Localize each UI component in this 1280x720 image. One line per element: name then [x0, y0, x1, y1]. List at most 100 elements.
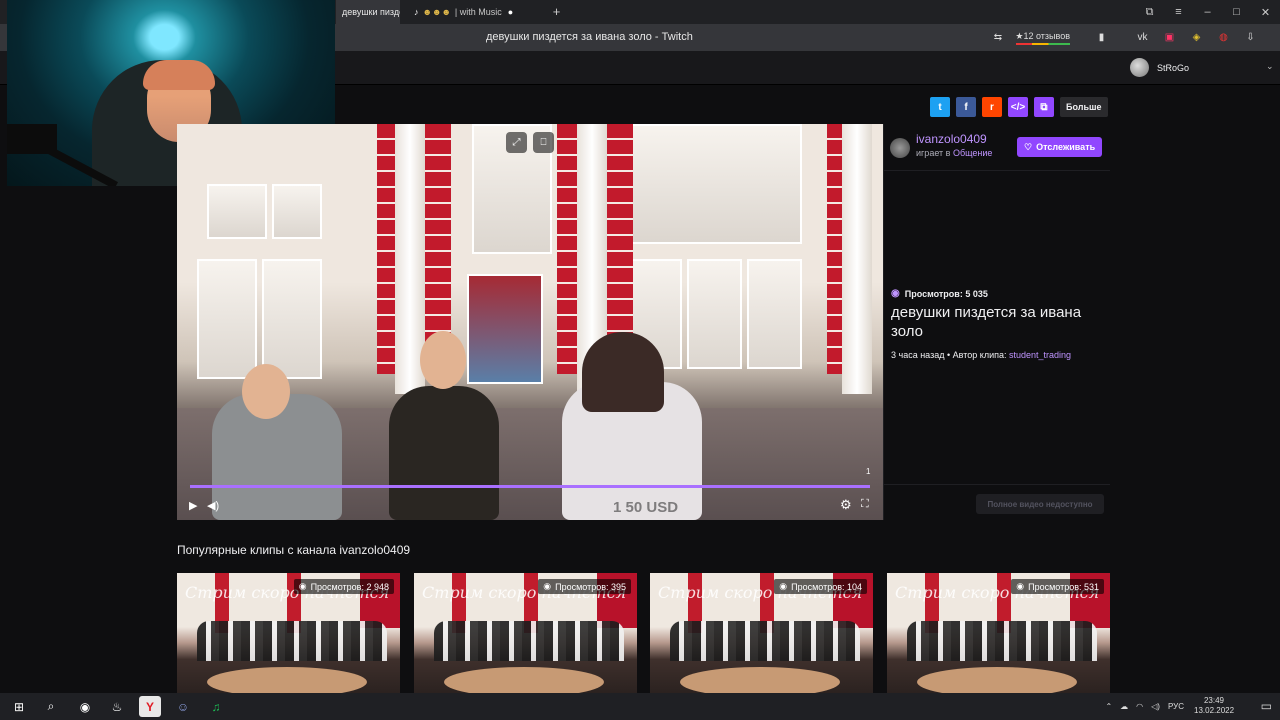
clip-card[interactable]: Стрим скоро начнется ◉ Просмотров: 104	[650, 573, 873, 693]
clock-date: 13.02.2022	[1194, 706, 1235, 715]
discord-icon[interactable]: ☺	[172, 696, 194, 717]
user-menu[interactable]: StRoGo ⌄	[1130, 58, 1274, 77]
reviews-widget[interactable]: ★12 отзывов	[1015, 31, 1070, 45]
embed-icon[interactable]: </>	[1008, 97, 1028, 117]
column	[842, 124, 872, 394]
system-tray: ⌃ ☁ ◠ ◁) РУС	[1105, 693, 1184, 720]
wifi-icon[interactable]: ◠	[1136, 702, 1143, 711]
obs-icon[interactable]: ◉	[74, 696, 96, 717]
channel-avatar[interactable]	[890, 138, 910, 158]
chevron-down-icon: ⌄	[1266, 61, 1274, 71]
settings-gear-icon[interactable]: ⚙	[840, 497, 852, 513]
tab-manager-icon[interactable]: ⧉	[1135, 0, 1164, 24]
close-window-button[interactable]: ✕	[1251, 0, 1280, 24]
window-controls: ⧉ ≡ – □ ✕	[1135, 0, 1280, 24]
network-icon[interactable]: ☁	[1120, 702, 1128, 711]
browser-tab-music[interactable]: ♪ ☻☻☻ | with Music ●	[408, 0, 542, 24]
spotify-icon[interactable]: ♫	[205, 696, 227, 717]
views-count: Просмотров: 5 035	[904, 288, 988, 299]
eye-icon: ◉	[779, 581, 788, 591]
clip-card[interactable]: Стрим скоро начнется ◉ Просмотров: 395	[414, 573, 637, 693]
clip-title: девушки пиздется за ивана золо	[891, 304, 1082, 340]
clip-meta: 3 часа назад • Автор клипа: student_trad…	[891, 350, 1071, 360]
eye-icon: ◉	[298, 581, 307, 591]
person-right-hair	[582, 332, 664, 412]
maximize-button[interactable]: □	[1222, 0, 1251, 24]
person-center-head	[420, 331, 466, 389]
page-title[interactable]: девушки пиздется за ивана золо - Twitch	[486, 24, 693, 51]
play-icon[interactable]: ▶	[189, 499, 197, 512]
facebook-icon[interactable]: f	[956, 97, 976, 117]
background-window	[207, 184, 267, 239]
clip-crop-icon[interactable]: ⤢	[506, 132, 527, 153]
clip-views-count: Просмотров: 2 948	[310, 581, 389, 592]
clip-card[interactable]: Стрим скоро начнется ◉ Просмотров: 2 948	[177, 573, 400, 693]
clip-card[interactable]: Стрим скоро начнется ◉ Просмотров: 531	[887, 573, 1110, 693]
screen: девушки пиздется за и × ♪ ☻☻☻ | with Mus…	[0, 0, 1280, 720]
microphone	[7, 124, 57, 154]
rug	[444, 667, 604, 693]
background-doorway	[467, 274, 543, 384]
video-player[interactable]: ⤢ ⎕ 1 50 USD 1 ▶ ◀) ⚙ ⛶	[177, 124, 883, 520]
sound-icon[interactable]: ◁)	[1151, 702, 1160, 711]
background-window	[262, 259, 322, 379]
yandex-browser-icon[interactable]: Y	[139, 696, 161, 717]
rug	[207, 667, 367, 693]
menu-icon[interactable]: ≡	[1164, 0, 1193, 24]
tiktok-icon: ♪	[414, 7, 419, 17]
system-clock[interactable]: 23:49 13.02.2022	[1194, 696, 1234, 716]
emoji-icons: ☻☻☻	[422, 7, 451, 17]
clip-author-prefix: Автор клипа:	[952, 350, 1007, 360]
channel-name[interactable]: ivanzolo0409	[916, 132, 992, 146]
background-window	[747, 259, 802, 369]
bookmark-icon[interactable]: ▮	[1092, 28, 1111, 47]
share-buttons: t f r </> ⧉ Больше	[930, 97, 1108, 117]
channel-playing: играет в Общение	[916, 148, 992, 158]
minimize-button[interactable]: –	[1193, 0, 1222, 24]
browser-tab-twitch[interactable]: девушки пиздется за и ×	[336, 0, 400, 24]
person-left-head	[242, 364, 290, 419]
steam-icon[interactable]: ♨	[106, 696, 128, 717]
clip-author-link[interactable]: student_trading	[1009, 350, 1071, 360]
eye-icon: ◉	[1016, 581, 1025, 591]
eye-icon: ◉	[891, 288, 900, 299]
fullscreen-icon[interactable]: ⛶	[861, 498, 869, 511]
clip-views-count: Просмотров: 104	[791, 581, 862, 592]
extension-icon[interactable]: ◈	[1187, 28, 1206, 47]
reddit-icon[interactable]: r	[982, 97, 1002, 117]
tab-audio-dot-icon: ●	[507, 7, 514, 17]
windows-start-icon[interactable]: ⊞	[8, 696, 30, 717]
more-button[interactable]: Больше	[1060, 97, 1108, 117]
clip-views-count: Просмотров: 531	[1028, 581, 1099, 592]
progress-fill	[190, 485, 870, 488]
notifications-icon[interactable]: ▭	[1261, 699, 1272, 713]
clip-views-badge: ◉ Просмотров: 531	[1011, 579, 1104, 594]
download-icon[interactable]: ⇩	[1241, 28, 1260, 47]
adblock-icon[interactable]: ◍	[1214, 28, 1233, 47]
new-tab-button[interactable]: +	[548, 3, 565, 20]
follow-button[interactable]: ♡ Отслеживать	[1017, 137, 1103, 157]
clip-info-panel: ivanzolo0409 играет в Общение ♡ Отслежив…	[883, 124, 1110, 520]
bookmark-clip-icon[interactable]: ⎕	[533, 132, 554, 153]
divider	[884, 484, 1110, 485]
separator: •	[946, 350, 951, 360]
tray-chevron-icon[interactable]: ⌃	[1105, 702, 1112, 711]
volume-icon[interactable]: ◀)	[207, 499, 219, 512]
copy-icon[interactable]: ⧉	[1034, 97, 1054, 117]
rug	[917, 667, 1077, 693]
clip-views-count: Просмотров: 395	[555, 581, 626, 592]
windows-taskbar: ⊞ ⌕ ◉ ♨ Y ☺ ♫ ⌃ ☁ ◠ ◁) РУС 23:49 13.02.2…	[0, 693, 1280, 720]
crowd	[907, 621, 1097, 661]
progress-bar[interactable]	[190, 485, 870, 488]
crowd	[670, 621, 860, 661]
background-window	[687, 259, 742, 369]
vk-icon[interactable]: vk	[1133, 28, 1152, 47]
rug	[680, 667, 840, 693]
gift-icon[interactable]: ▣	[1160, 28, 1179, 47]
twitter-icon[interactable]: t	[930, 97, 950, 117]
language-indicator[interactable]: РУС	[1168, 702, 1184, 711]
search-icon[interactable]: ⌕	[40, 696, 62, 717]
username: StRoGo	[1157, 62, 1190, 73]
category-link[interactable]: Общение	[953, 148, 992, 158]
translate-icon[interactable]: ⇆	[988, 28, 1007, 47]
